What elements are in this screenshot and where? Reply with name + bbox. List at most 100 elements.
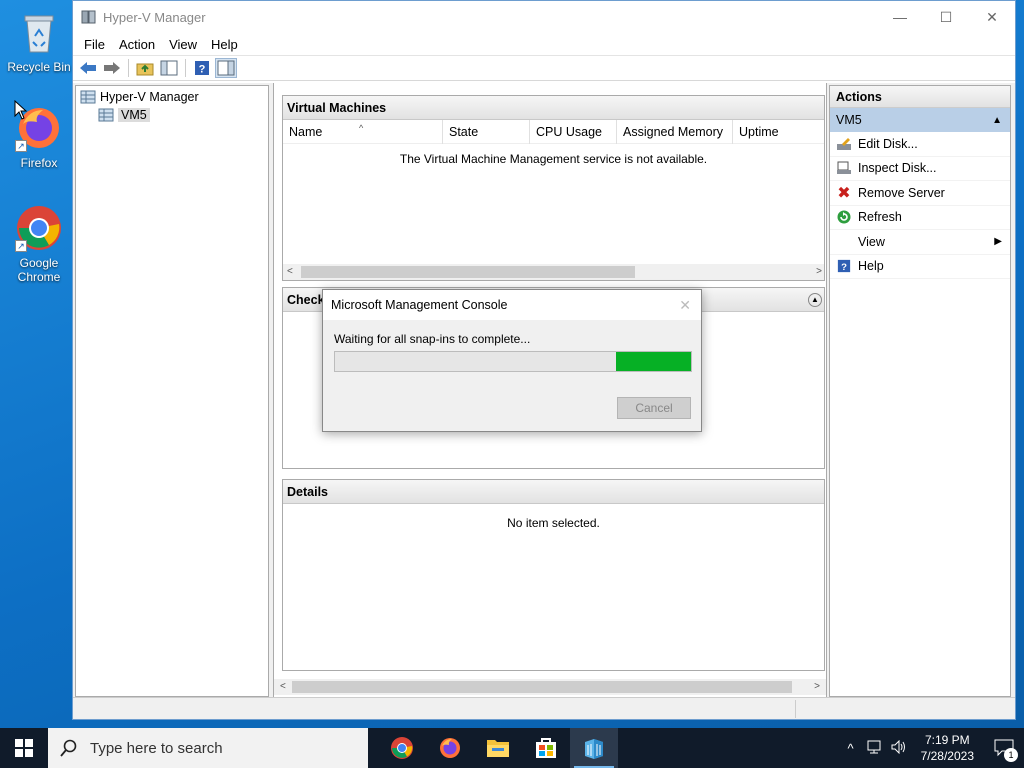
scroll-thumb[interactable] [292,681,792,693]
actions-section-label: VM5 [836,113,862,127]
dialog-close-icon[interactable]: ✕ [679,297,691,314]
hyper-v-app-icon [585,739,603,759]
show-hide-console-tree-button[interactable] [158,58,180,78]
scroll-left-arrow-icon[interactable]: < [280,681,286,692]
desktop-icon-label: Firefox [20,156,58,170]
action-label: Remove Server [858,185,945,200]
folder-up-icon [136,63,154,76]
title-bar[interactable]: Hyper-V Manager — ☐ ✕ [73,1,1015,33]
shortcut-arrow-icon: ↗ [15,140,27,152]
back-button[interactable] [77,58,99,78]
action-remove-server[interactable]: ✖ Remove Server [830,181,1010,206]
action-view[interactable]: View ▶ [830,230,1010,255]
action-label: Inspect Disk... [858,161,937,176]
back-arrow-icon [80,62,96,74]
close-button[interactable]: ✕ [969,2,1015,32]
progress-bar [334,351,692,372]
taskbar-microsoft-store[interactable] [522,728,570,768]
dialog-message: Waiting for all snap-ins to complete... [334,332,531,346]
mmc-progress-dialog: Microsoft Management Console ✕ Waiting f… [322,289,702,432]
vm-empty-message: The Virtual Machine Management service i… [399,152,708,166]
mouse-cursor-icon [14,100,28,120]
virtual-machines-pane: Virtual Machines Name State CPU Usage As… [282,95,825,281]
taskbar-search-box[interactable]: Type here to search [48,728,368,768]
hyper-v-app-icon [81,10,96,24]
action-edit-disk[interactable]: Edit Disk... [830,132,1010,157]
vm-horizontal-scrollbar[interactable]: < > [283,264,824,280]
action-label: Help [858,259,884,274]
firefox-icon [440,738,460,758]
taskbar: Type here to search ^ 7:19 PM 7/28/2023 … [0,728,1024,768]
taskbar-chrome[interactable] [378,728,426,768]
taskbar-firefox[interactable] [426,728,474,768]
console-tree: Hyper-V Manager VM5 [75,85,269,697]
tree-item-label: Hyper-V Manager [100,90,199,104]
pane-title: Details [283,480,824,504]
show-hide-action-pane-button[interactable] [215,58,237,78]
action-center-button[interactable]: 1 [984,728,1024,768]
network-icon[interactable] [863,740,887,757]
collapse-section-icon[interactable]: ▲ [992,115,1002,126]
action-inspect-disk[interactable]: Inspect Disk... [830,157,1010,181]
desktop-icon-chrome[interactable]: ↗ Google Chrome [4,204,74,284]
actions-title: Actions [830,86,1010,108]
server-icon [98,108,114,122]
search-icon [60,739,77,757]
hyper-v-manager-icon [80,90,96,104]
minimize-button[interactable]: — [877,2,923,32]
maximize-button[interactable]: ☐ [923,2,969,32]
vm-column-headers: Name State CPU Usage Assigned Memory Upt… [283,119,824,144]
action-label: View [858,234,885,249]
up-one-level-button[interactable] [134,58,156,78]
pane-title: Virtual Machines [283,96,824,120]
taskbar-hyper-v-manager[interactable] [570,728,618,768]
dialog-title-bar[interactable]: Microsoft Management Console ✕ [323,290,701,320]
desktop-icon-label: Recycle Bin [7,60,71,74]
inspect-disk-icon [830,161,858,175]
search-placeholder: Type here to search [90,739,223,757]
cancel-button[interactable]: Cancel [617,397,691,419]
menu-action[interactable]: Action [112,37,162,52]
column-header-state[interactable]: State [443,119,530,144]
menu-help[interactable]: Help [204,37,245,52]
tree-item-vm5[interactable]: VM5 [80,106,264,124]
collapse-pane-icon[interactable]: ▲ [808,292,822,307]
taskbar-clock[interactable]: 7:19 PM 7/28/2023 [921,732,974,764]
window-title: Hyper-V Manager [103,9,206,25]
action-pane-icon [217,60,235,76]
folder-icon [487,740,509,757]
progress-fill [616,352,691,371]
help-icon: ? [195,61,209,76]
submenu-arrow-icon: ▶ [994,236,1002,248]
tree-item-hyper-v-manager[interactable]: Hyper-V Manager [80,88,264,106]
center-horizontal-scrollbar[interactable]: < > [274,679,826,695]
volume-icon[interactable] [887,739,911,757]
help-toolbar-button[interactable]: ? [191,58,213,78]
scroll-right-arrow-icon[interactable]: > [814,681,820,692]
toolbar: ? [73,55,1015,81]
scroll-thumb[interactable] [301,266,635,278]
scroll-left-arrow-icon[interactable]: < [287,266,293,277]
chrome-icon: ↗ [15,204,63,252]
refresh-icon [830,210,858,224]
clock-time: 7:19 PM [924,733,970,747]
column-header-uptime[interactable]: Uptime [733,120,823,144]
show-hidden-icons-chevron-icon[interactable]: ^ [839,741,863,756]
details-pane: Details No item selected. [282,479,825,671]
taskbar-file-explorer[interactable] [474,728,522,768]
desktop-icon-recycle-bin[interactable]: Recycle Bin [4,8,74,74]
start-button[interactable] [0,728,48,768]
actions-pane: Actions VM5 ▲ Edit Disk... Inspect Disk.… [829,85,1011,697]
scroll-right-arrow-icon[interactable]: > [816,266,822,277]
sort-ascending-icon: ^ [359,123,364,133]
chrome-icon [391,737,413,759]
action-help[interactable]: ? Help [830,255,1010,279]
action-refresh[interactable]: Refresh [830,206,1010,230]
actions-section-vm5[interactable]: VM5 ▲ [830,108,1010,132]
dialog-title: Microsoft Management Console [331,298,508,312]
menu-file[interactable]: File [77,37,112,52]
forward-button[interactable] [101,58,123,78]
column-header-assigned-memory[interactable]: Assigned Memory [617,119,733,144]
menu-view[interactable]: View [162,37,204,52]
column-header-cpu-usage[interactable]: CPU Usage [530,119,617,144]
